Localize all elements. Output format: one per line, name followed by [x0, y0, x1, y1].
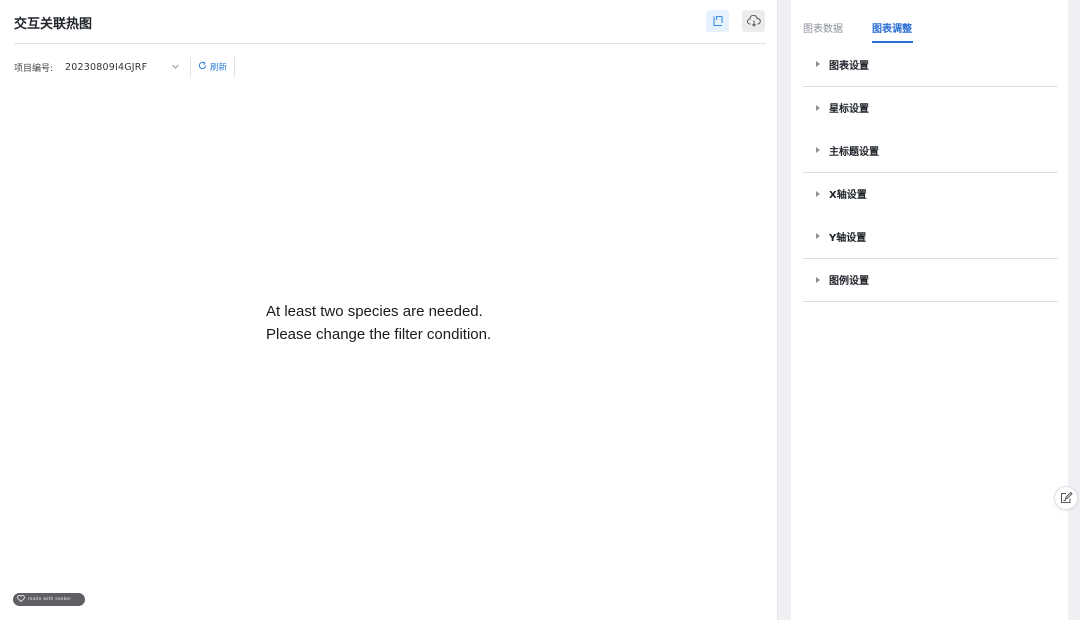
settings-item-x-axis[interactable]: X轴设置: [803, 173, 1058, 216]
settings-item-label: 主标题设置: [829, 146, 879, 158]
settings-item-label: 星标设置: [829, 104, 869, 116]
toolbar-divider: [190, 57, 192, 77]
toolbar-divider: [234, 57, 236, 77]
settings-item-label: 图表设置: [829, 60, 869, 72]
caret-right-icon: [816, 233, 820, 240]
caret-right-icon: [816, 61, 820, 68]
chart-icon: [712, 12, 724, 31]
settings-group: 图表设置: [803, 43, 1058, 87]
settings-item-y-axis[interactable]: Y轴设置: [803, 215, 1058, 258]
settings-item-main-title[interactable]: 主标题设置: [803, 129, 1058, 172]
project-select-value: 20230809I4GJRF: [65, 61, 148, 73]
page-title: 交互关联热图: [14, 17, 93, 32]
settings-item-label: Y轴设置: [829, 232, 867, 244]
settings-group: X轴设置 Y轴设置: [803, 173, 1058, 259]
refresh-icon: [198, 61, 210, 73]
edit-icon: [1060, 489, 1073, 508]
panel-tabs: 图表数据 图表调整: [803, 0, 1058, 44]
chevron-down-icon: [171, 62, 180, 74]
caret-right-icon: [816, 147, 820, 154]
refresh-label: 刷新: [210, 63, 228, 73]
settings-group: 星标设置 主标题设置: [803, 87, 1058, 173]
refresh-button[interactable]: 刷新: [195, 61, 230, 73]
project-select[interactable]: 20230809I4GJRF: [59, 56, 186, 78]
chart-header: 交互关联热图: [14, 0, 766, 44]
chart-view-button[interactable]: [706, 10, 729, 32]
settings-item-star[interactable]: 星标设置: [803, 87, 1058, 130]
badge-text: made with seeker: [28, 597, 72, 602]
heart-icon: [17, 595, 28, 604]
caret-right-icon: [816, 276, 820, 283]
settings-list: 图表设置 星标设置 主标题设置 X轴设置 Y轴设置 图例设置: [803, 43, 1058, 302]
settings-item-label: X轴设置: [829, 190, 867, 202]
caret-right-icon: [816, 104, 820, 111]
filter-toolbar: 项目编号: 20230809I4GJRF 刷新: [14, 56, 239, 78]
made-with-badge[interactable]: made with seeker: [13, 593, 85, 606]
caret-right-icon: [816, 190, 820, 197]
empty-state-message: At least two species are needed. Please …: [266, 300, 491, 346]
tab-chart-data[interactable]: 图表数据: [803, 20, 843, 35]
message-line: At least two species are needed.: [266, 303, 483, 320]
settings-group: 图例设置: [803, 259, 1058, 302]
download-button[interactable]: [742, 10, 765, 32]
settings-item-chart[interactable]: 图表设置: [803, 43, 1058, 86]
message-line: Please change the filter condition.: [266, 326, 492, 343]
edit-button[interactable]: [1054, 486, 1078, 510]
settings-item-label: 图例设置: [829, 276, 869, 288]
settings-panel: 图表数据 图表调整 图表设置 星标设置 主标题设置 X轴设置 Y轴设置 图例设置: [791, 0, 1068, 620]
project-label: 项目编号:: [14, 63, 54, 74]
tab-chart-adjust[interactable]: 图表调整: [872, 20, 912, 35]
settings-item-legend[interactable]: 图例设置: [803, 259, 1058, 302]
chart-panel: 交互关联热图 项目编号: 20230809I4GJRF 刷新 At least …: [0, 0, 778, 620]
cloud-download-icon: [746, 12, 761, 31]
